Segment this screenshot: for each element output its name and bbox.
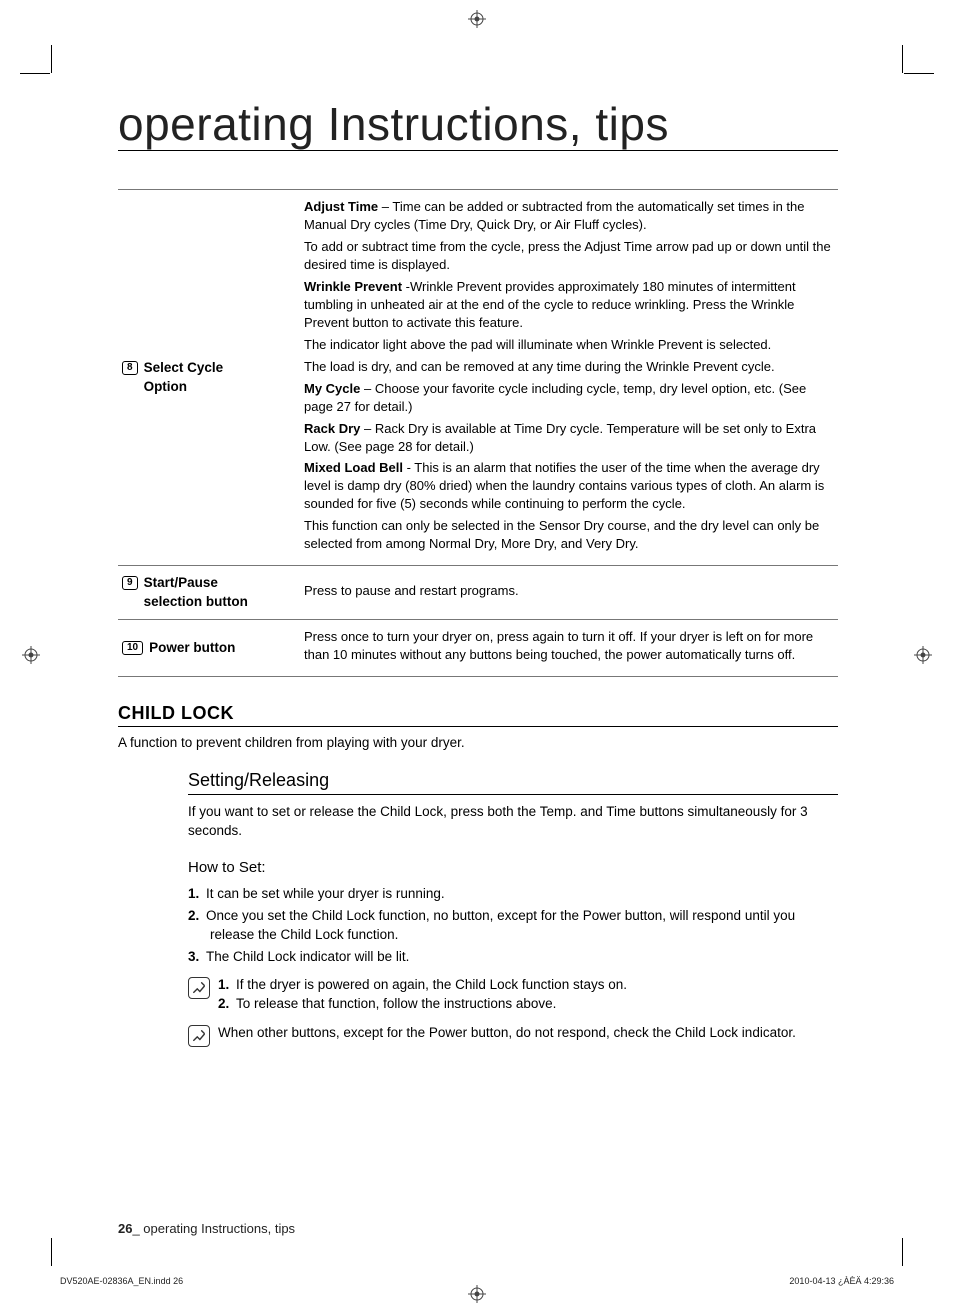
row-description: Adjust Time – Time can be added or subtr… [298, 190, 838, 566]
step-number-badge: 8 [122, 361, 138, 375]
crop-mark [902, 45, 903, 73]
subsection-text: If you want to set or release the Child … [188, 803, 838, 841]
body-text: To add or subtract time from the cycle, … [304, 239, 831, 272]
note-list: If the dryer is powered on again, the Ch… [218, 976, 627, 1014]
note-block: If the dryer is powered on again, the Ch… [188, 976, 838, 1014]
row-label-cell: 8 Select Cycle Option [118, 190, 298, 566]
row-description: Press to pause and restart programs. [298, 566, 838, 620]
how-to-set-list: It can be set while your dryer is runnin… [188, 884, 838, 966]
row-label-cell: 10 Power button [118, 620, 298, 677]
note-icon [188, 977, 210, 999]
crop-mark [20, 73, 50, 74]
crop-mark [51, 1238, 52, 1266]
row-label: Select Cycle Option [144, 359, 269, 396]
paragraph: Press once to turn your dryer on, press … [304, 628, 832, 664]
paragraph: The load is dry, and can be removed at a… [304, 358, 832, 376]
paragraph: My Cycle – Choose your favorite cycle in… [304, 380, 832, 416]
section-intro: A function to prevent children from play… [118, 735, 838, 750]
paragraph: Adjust Time – Time can be added or subtr… [304, 198, 832, 234]
registration-mark-icon [22, 646, 40, 664]
paragraph: The indicator light above the pad will i… [304, 336, 832, 354]
table-row: 8 Select Cycle Option Adjust Time – Time c… [118, 190, 838, 566]
controls-table: 8 Select Cycle Option Adjust Time – Time c… [118, 189, 838, 677]
imprint-left: DV520AE-02836A_EN.indd 26 [60, 1276, 183, 1286]
list-item: If the dryer is powered on again, the Ch… [240, 976, 627, 995]
section-heading-child-lock: CHILD LOCK [118, 703, 838, 727]
how-to-set-heading: How to Set: [188, 859, 838, 876]
registration-mark-icon [914, 646, 932, 664]
lead-term: Adjust Time [304, 199, 378, 214]
note-block: When other buttons, except for the Power… [188, 1024, 838, 1047]
step-number-badge: 9 [122, 576, 138, 590]
row-label: Start/Pause selection button [144, 574, 269, 611]
table-row: 10 Power button Press once to turn your dr… [118, 620, 838, 677]
paragraph: Mixed Load Bell - This is an alarm that … [304, 459, 832, 513]
footer-text: _ operating Instructions, tips [132, 1221, 295, 1236]
body-text: – Time can be added or subtracted from t… [304, 199, 805, 232]
crop-mark [902, 1238, 903, 1266]
page-number: 26 [118, 1221, 132, 1236]
body-text: Press once to turn your dryer on, press … [304, 629, 813, 662]
subsection-setting-releasing: Setting/Releasing If you want to set or … [188, 770, 838, 1047]
list-item: Once you set the Child Lock function, no… [206, 906, 838, 945]
note-text: When other buttons, except for the Power… [218, 1024, 796, 1043]
list-item: To release that function, follow the ins… [240, 995, 627, 1014]
crop-mark [904, 73, 934, 74]
subsection-heading: Setting/Releasing [188, 770, 838, 795]
paragraph: Press to pause and restart programs. [304, 582, 832, 600]
list-item: The Child Lock indicator will be lit. [206, 947, 838, 967]
list-item: It can be set while your dryer is runnin… [206, 884, 838, 904]
note-icon [188, 1025, 210, 1047]
body-text: – Rack Dry is available at Time Dry cycl… [304, 421, 816, 454]
lead-term: Rack Dry [304, 421, 360, 436]
row-description: Press once to turn your dryer on, press … [298, 620, 838, 677]
paragraph: Wrinkle Prevent -Wrinkle Prevent provide… [304, 278, 832, 332]
table-row: 9 Start/Pause selection button Press to pa… [118, 566, 838, 620]
lead-term: Mixed Load Bell [304, 460, 403, 475]
body-text: – Choose your favorite cycle including c… [304, 381, 806, 414]
body-text: Press to pause and restart programs. [304, 583, 519, 598]
step-number-badge: 10 [122, 641, 143, 655]
row-label-cell: 9 Start/Pause selection button [118, 566, 298, 620]
manual-page: operating Instructions, tips 8 Select Cyc… [0, 0, 954, 1311]
body-text: This function can only be selected in th… [304, 518, 819, 551]
body-text: The load is dry, and can be removed at a… [304, 359, 775, 374]
registration-mark-icon [468, 1285, 486, 1303]
paragraph: To add or subtract time from the cycle, … [304, 238, 832, 274]
lead-term: Wrinkle Prevent [304, 279, 402, 294]
paragraph: This function can only be selected in th… [304, 517, 832, 553]
registration-mark-icon [468, 10, 486, 28]
page-footer: 26_ operating Instructions, tips [118, 1221, 295, 1236]
body-text: The indicator light above the pad will i… [304, 337, 771, 352]
lead-term: My Cycle [304, 381, 360, 396]
paragraph: Rack Dry – Rack Dry is available at Time… [304, 420, 832, 456]
imprint-right: 2010-04-13 ¿ÀÈÄ 4:29:36 [789, 1276, 894, 1286]
crop-mark [51, 45, 52, 73]
page-title: operating Instructions, tips [118, 100, 838, 151]
page-content: operating Instructions, tips 8 Select Cyc… [118, 100, 838, 1047]
row-label: Power button [149, 639, 235, 658]
